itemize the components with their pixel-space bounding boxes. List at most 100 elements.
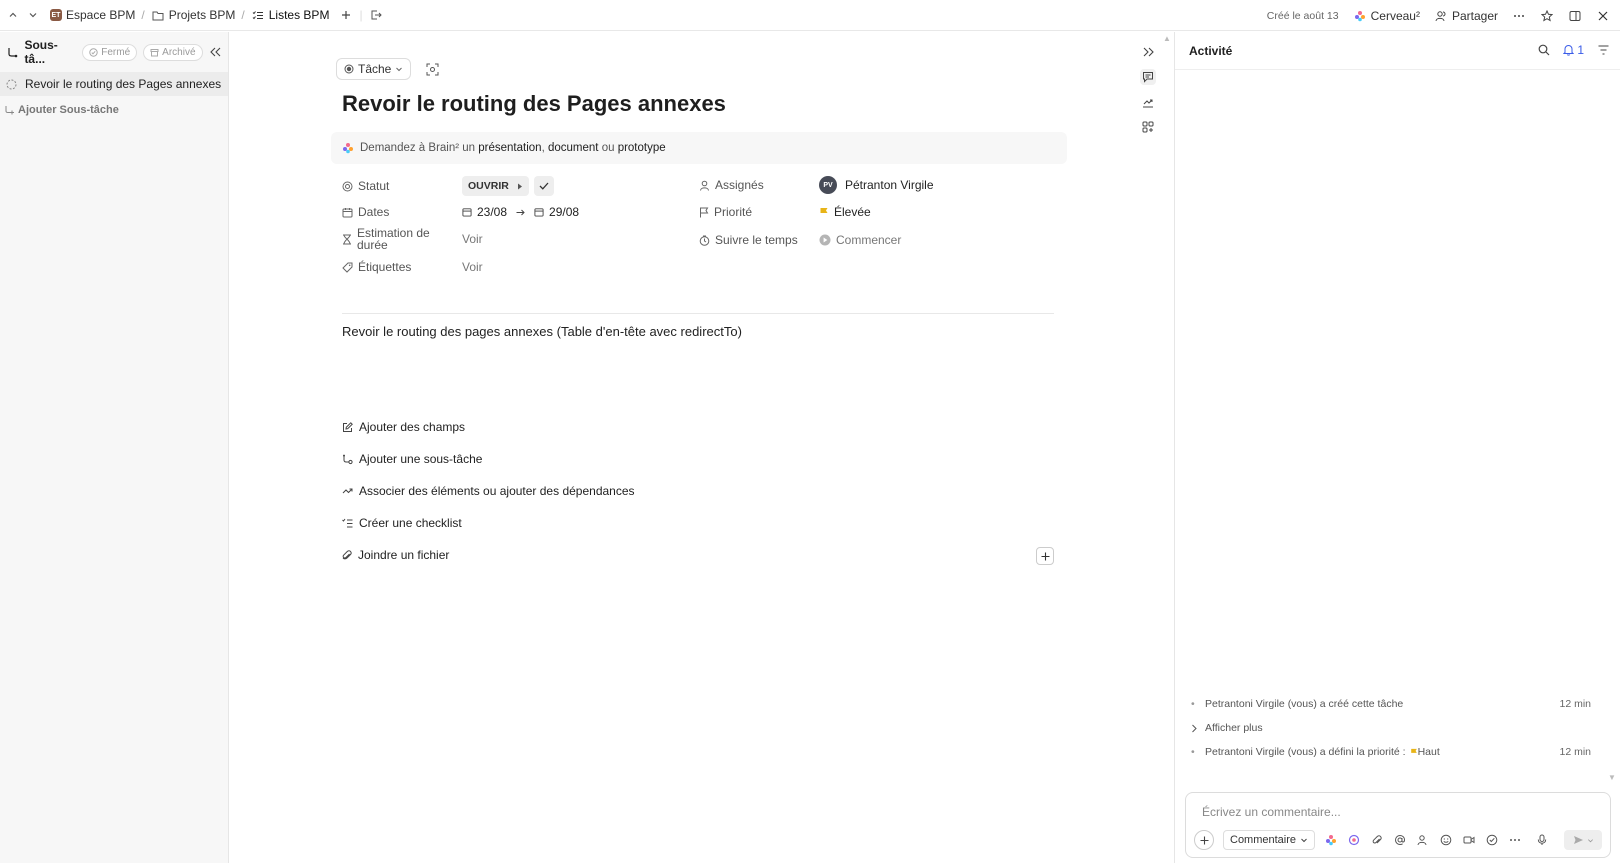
field-label: Assignés	[699, 178, 819, 192]
plus-icon[interactable]	[339, 8, 353, 22]
status-icon	[342, 181, 353, 192]
close-icon[interactable]	[1596, 9, 1610, 23]
assign-icon[interactable]	[1416, 833, 1430, 847]
filter-icon[interactable]	[1596, 43, 1610, 57]
expand-panel-icon[interactable]	[1140, 44, 1156, 60]
estimate-value[interactable]: Voir	[462, 232, 483, 246]
create-checklist-button[interactable]: Créer une checklist	[342, 507, 1054, 539]
chevron-down-icon[interactable]	[26, 8, 40, 22]
task-dot-icon	[344, 64, 354, 74]
share-label: Partager	[1451, 8, 1498, 23]
breadcrumb-space[interactable]: ET Espace BPM	[50, 8, 135, 22]
space-icon: ET	[50, 9, 62, 21]
breadcrumb: ET Espace BPM / Projets BPM / Listes BPM…	[50, 8, 383, 22]
user-icon	[699, 180, 710, 191]
tag-icon	[342, 262, 353, 273]
brain-icon[interactable]	[1324, 833, 1338, 847]
assignee[interactable]: PV Pétranton Virgile	[819, 176, 934, 194]
comment-input[interactable]: Écrivez un commentaire...	[1202, 805, 1341, 819]
add-attachment-button[interactable]	[1036, 547, 1054, 565]
apps-icon[interactable]	[1140, 119, 1156, 135]
field-label: Étiquettes	[342, 260, 462, 274]
breadcrumb-list[interactable]: Listes BPM	[251, 8, 329, 22]
link-icon	[342, 486, 353, 497]
breadcrumb-label: Projets BPM	[168, 8, 236, 22]
emoji-icon[interactable]	[1439, 833, 1453, 847]
more-icon[interactable]	[1512, 9, 1526, 23]
breadcrumb-separator: /	[241, 8, 245, 22]
mention-icon[interactable]	[1393, 833, 1407, 847]
scrollbar-up-arrow[interactable]: ▲	[1163, 34, 1171, 43]
add-subtask-button[interactable]: Ajouter Sous-tâche	[0, 96, 228, 124]
brain-prompt-text: Demandez à Brain² un présentation, docum…	[360, 142, 666, 154]
start-timer-button[interactable]: Commencer	[819, 233, 901, 247]
star-icon[interactable]	[1540, 9, 1554, 23]
comment-icon[interactable]	[1140, 69, 1156, 85]
layout-icon[interactable]	[1568, 9, 1582, 23]
add-fields-button[interactable]: Ajouter des champs	[342, 411, 1054, 443]
task-description[interactable]: Revoir le routing des pages annexes (Tab…	[342, 324, 742, 339]
collapse-icon[interactable]	[209, 45, 222, 59]
priority-value[interactable]: Élevée	[819, 205, 871, 219]
field-label: Suivre le temps	[699, 233, 819, 247]
share-button[interactable]: Partager	[1434, 9, 1498, 23]
brain-option-prototype[interactable]: prototype	[618, 142, 666, 154]
breadcrumb-folder[interactable]: Projets BPM	[151, 8, 236, 22]
panel-switcher	[1140, 44, 1156, 135]
microphone-icon[interactable]	[1535, 833, 1549, 847]
scrollbar-down-arrow[interactable]: ▼	[1608, 773, 1616, 782]
add-button[interactable]	[1194, 830, 1214, 850]
notifications-button[interactable]: 1	[1563, 43, 1584, 57]
brain-option-presentation[interactable]: présentation	[478, 142, 541, 154]
hourglass-icon	[342, 234, 352, 245]
sidebar-item-label: Revoir le routing des Pages annexes	[25, 77, 222, 91]
archived-filter[interactable]: Archivé	[143, 43, 203, 61]
sidebar-title: Sous-tâ...	[6, 38, 76, 66]
task-check-icon[interactable]	[1485, 833, 1499, 847]
more-icon[interactable]	[1508, 833, 1522, 847]
relationships-button[interactable]: Associer des éléments ou ajouter des dép…	[342, 475, 1054, 507]
start-date[interactable]: 23/08	[462, 205, 507, 219]
ai-scan-icon[interactable]	[425, 62, 439, 76]
task-title[interactable]: Revoir le routing des Pages annexes	[342, 91, 726, 117]
divider	[342, 313, 1054, 314]
move-out-icon[interactable]	[369, 8, 383, 22]
ai-assist-icon[interactable]	[1347, 833, 1361, 847]
show-more-button[interactable]: Afficher plus	[1191, 716, 1591, 740]
field-time-tracking: Suivre le temps Commencer	[699, 233, 901, 247]
attach-file-button[interactable]: Joindre un fichier	[342, 539, 1054, 571]
subtask-icon	[6, 45, 19, 59]
field-priority: Priorité Élevée	[699, 205, 871, 219]
brain-option-document[interactable]: document	[548, 142, 599, 154]
closed-filter[interactable]: Fermé	[82, 43, 138, 61]
search-icon[interactable]	[1537, 43, 1551, 57]
brain-button[interactable]: Cerveau²	[1353, 9, 1420, 23]
calendar-icon	[342, 207, 353, 218]
add-subtask-icon	[4, 105, 14, 115]
comment-composer: Écrivez un commentaire... Commentaire	[1185, 792, 1611, 858]
send-button[interactable]	[1564, 830, 1602, 850]
complete-button[interactable]	[533, 176, 554, 196]
paperclip-icon	[342, 549, 352, 561]
field-label: Statut	[342, 179, 462, 193]
due-date[interactable]: 29/08	[534, 205, 579, 219]
tags-value[interactable]: Voir	[462, 260, 483, 274]
activity-log: • Petrantoni Virgile (vous) a créé cette…	[1191, 692, 1591, 764]
paperclip-icon[interactable]	[1370, 833, 1384, 847]
log-item: • Petrantoni Virgile (vous) a créé cette…	[1191, 698, 1591, 710]
relations-icon[interactable]	[1140, 94, 1156, 110]
flag-filled-icon	[1410, 748, 1418, 757]
brain-icon	[342, 142, 354, 154]
status-button[interactable]: OUVRIR	[462, 176, 529, 196]
sidebar-item-subtask[interactable]: Revoir le routing des Pages annexes	[0, 72, 228, 96]
add-subtask-action[interactable]: Ajouter une sous-tâche	[342, 443, 1054, 475]
created-date: Créé le août 13	[1266, 9, 1339, 22]
brain-prompt[interactable]: Demandez à Brain² un présentation, docum…	[331, 132, 1067, 164]
flag-filled-icon	[819, 207, 829, 218]
history-nav	[6, 8, 40, 22]
comment-type-select[interactable]: Commentaire	[1223, 830, 1316, 850]
chevron-up-icon[interactable]	[6, 8, 20, 22]
task-type-button[interactable]: Tâche	[336, 58, 412, 80]
sidebar-header: Sous-tâ... Fermé Archivé	[0, 32, 228, 72]
video-icon[interactable]	[1462, 833, 1476, 847]
